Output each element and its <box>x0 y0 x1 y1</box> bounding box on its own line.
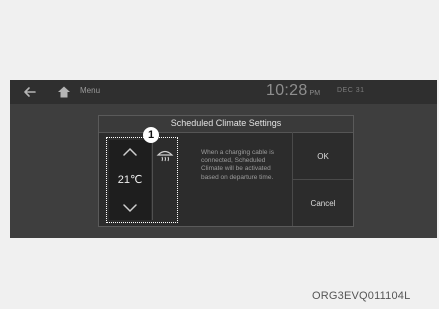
info-text: When a charging cable is connected, Sche… <box>201 149 274 181</box>
date-label: DEC 31 <box>337 87 365 94</box>
callout-highlight <box>106 137 178 223</box>
scheduled-climate-dialog: Scheduled Climate Settings 21℃ 1 When a … <box>98 115 354 227</box>
clock: 10:28 PM <box>266 82 320 100</box>
cancel-button[interactable]: Cancel <box>293 180 353 226</box>
top-bar: Menu 10:28 PM DEC 31 <box>10 80 437 104</box>
dialog-header: Scheduled Climate Settings <box>99 116 353 133</box>
clock-time: 10:28 <box>266 82 308 99</box>
image-code: ORG3EVQ011104L <box>312 290 411 302</box>
back-arrow-icon[interactable] <box>22 84 38 100</box>
clock-ampm: PM <box>309 90 321 97</box>
home-icon[interactable] <box>56 84 72 100</box>
ok-button[interactable]: OK <box>293 133 353 179</box>
infotainment-screen: Menu 10:28 PM DEC 31 Scheduled Climate Se… <box>10 80 437 238</box>
dialog-title: Scheduled Climate Settings <box>170 118 282 128</box>
menu-label[interactable]: Menu <box>80 86 100 95</box>
callout-number: 1 <box>143 127 159 143</box>
